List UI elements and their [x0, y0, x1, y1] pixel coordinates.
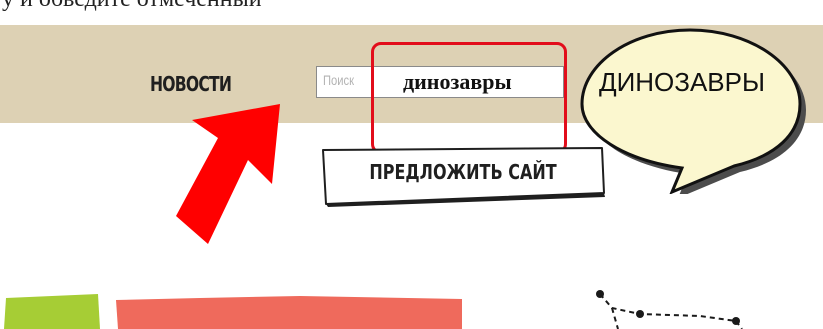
search-placeholder: Поиск: [323, 72, 355, 88]
pointer-arrow-icon: [176, 104, 280, 244]
coral-tile: [116, 296, 462, 329]
green-tile: [4, 294, 100, 329]
search-highlight: [371, 42, 567, 154]
speech-bubble-icon: [580, 28, 806, 194]
caption-line: у и обведите отмеченный: [0, 0, 823, 22]
suggest-site-label: ПРЕДЛОЖИТЬ САЙТ: [369, 160, 557, 184]
caption-text: у и обведите отмеченный: [2, 0, 262, 13]
bubble-label: ДИНОЗАВРЫ: [598, 67, 766, 97]
bottom-art: [4, 290, 743, 329]
nav-news-link[interactable]: НОВОСТИ: [150, 72, 232, 96]
constellation-icon: [599, 293, 743, 329]
